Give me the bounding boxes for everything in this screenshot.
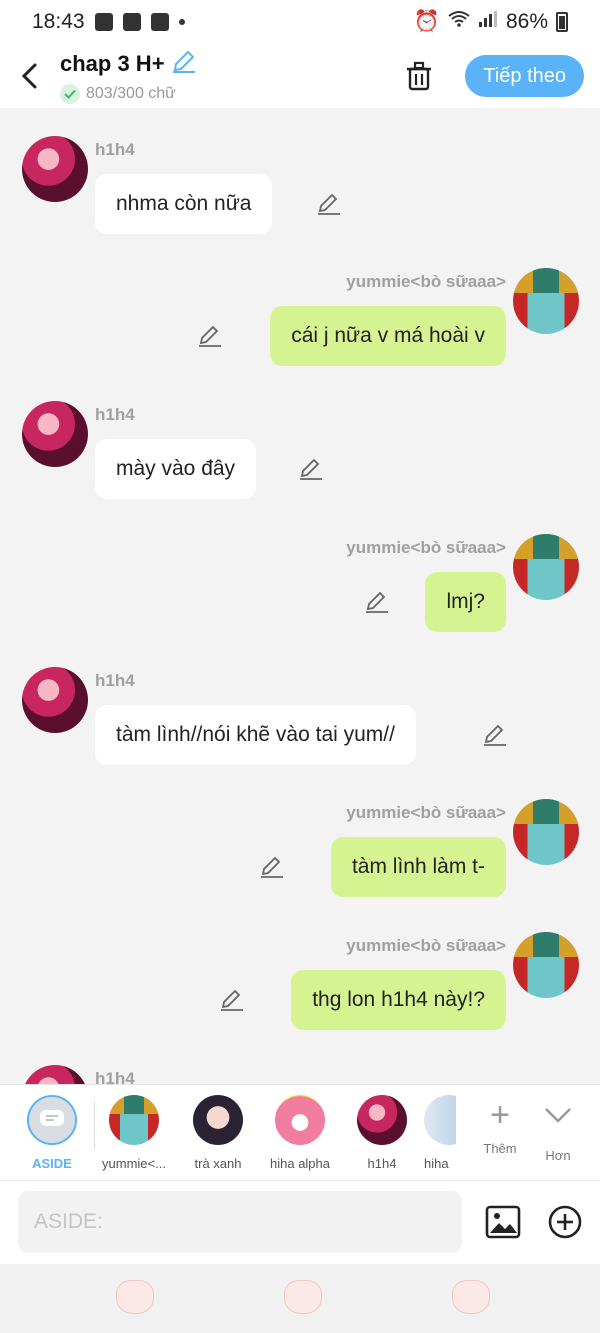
sender-name: yummie<bò sữaaa>	[346, 803, 506, 822]
character-tra-xanh[interactable]: trà xanh	[176, 1095, 260, 1171]
edit-title-button[interactable]	[171, 48, 197, 80]
chevron-down-icon	[530, 1097, 586, 1140]
character-label: trà xanh	[194, 1156, 242, 1171]
sender-name: yummie<bò sữaaa>	[346, 272, 506, 291]
character-h1h4[interactable]: h1h4	[340, 1095, 424, 1171]
avatar[interactable]	[22, 667, 88, 733]
character-label: h1h4	[367, 1156, 397, 1171]
message-bubble[interactable]: mày vào đây	[95, 439, 257, 499]
avatar[interactable]	[513, 799, 579, 865]
more-notifications-dot	[178, 19, 185, 25]
character-label: ASIDE	[32, 1156, 72, 1171]
message-row: yummie<bò sữaaa> thg lon h1h4 này!?	[0, 932, 600, 1032]
edit-message-icon[interactable]	[219, 987, 245, 1013]
battery-icon	[556, 12, 568, 32]
character-hiha[interactable]: hiha	[424, 1095, 456, 1171]
message-bubble[interactable]: nhma còn nữa	[95, 174, 273, 234]
edit-message-icon[interactable]	[197, 323, 223, 349]
add-button[interactable]	[546, 1203, 584, 1241]
chat-header: chap 3 H+ 803/300 chữ Tiếp theo	[0, 44, 600, 108]
image-icon	[485, 1205, 521, 1239]
edit-message-icon[interactable]	[259, 854, 285, 880]
alarm-icon: ⏰	[413, 10, 440, 33]
character-label: hiha	[424, 1156, 449, 1171]
more-characters-button[interactable]: Hơn	[530, 1097, 586, 1163]
avatar	[357, 1095, 407, 1145]
status-bar: 18:43 ⏰ 86%	[0, 0, 600, 44]
add-character-button[interactable]: + Thêm	[472, 1097, 528, 1156]
sender-name: h1h4	[95, 405, 135, 424]
avatar	[424, 1095, 456, 1145]
message-row: h1h4 nhma còn nữa	[0, 136, 600, 236]
message-row: yummie<bò sữaaa> lmj?	[0, 534, 600, 634]
edit-message-icon[interactable]	[298, 456, 324, 482]
sender-name: yummie<bò sữaaa>	[346, 936, 506, 955]
sender-name: h1h4	[95, 140, 135, 159]
sender-name: yummie<bò sữaaa>	[346, 538, 506, 557]
character-selector: ASIDE yummie<... trà xanh hiha alpha h1h…	[0, 1084, 600, 1180]
message-bubble[interactable]: tàm lình//nói khẽ vào tai yum//	[95, 705, 416, 765]
sticker-cat-icon[interactable]	[116, 1280, 154, 1314]
chat-area[interactable]: h1h4 nhma còn nữa yummie<bò sữaaa> cái j…	[0, 108, 600, 1084]
edit-message-icon[interactable]	[482, 722, 508, 748]
wifi-icon	[448, 10, 470, 34]
edit-message-icon[interactable]	[364, 589, 390, 615]
avatar[interactable]	[513, 932, 579, 998]
character-hiha-alpha[interactable]: hiha alpha	[258, 1095, 342, 1171]
message-row: yummie<bò sữaaa> cái j nữa v má hoài v	[0, 268, 600, 368]
sender-name: h1h4	[95, 671, 135, 690]
sticker-cat-icon[interactable]	[284, 1280, 322, 1314]
avatar[interactable]	[513, 268, 579, 334]
character-label: hiha alpha	[270, 1156, 330, 1171]
aside-avatar	[27, 1095, 77, 1145]
sender-name: h1h4	[95, 1069, 135, 1084]
avatar[interactable]	[22, 136, 88, 202]
message-bubble[interactable]: lmj?	[425, 572, 506, 632]
insert-image-button[interactable]	[484, 1203, 522, 1241]
app-notification-icon	[150, 13, 169, 31]
avatar	[275, 1095, 325, 1145]
input-bar	[0, 1180, 600, 1264]
character-yummie[interactable]: yummie<...	[92, 1095, 176, 1171]
status-time: 18:43	[32, 10, 85, 33]
delete-button[interactable]	[399, 56, 439, 96]
message-row: h1h4 tàm lình//nói khẽ vào tai yum//	[0, 667, 600, 767]
more-characters-label: Hơn	[545, 1148, 571, 1163]
message-row: h1h4 mày vào đây	[0, 401, 600, 501]
character-label: yummie<...	[102, 1156, 166, 1171]
avatar[interactable]	[22, 401, 88, 467]
avatar	[193, 1095, 243, 1145]
back-button[interactable]	[0, 44, 60, 108]
message-row: h1h4	[0, 1065, 600, 1084]
avatar	[109, 1095, 159, 1145]
gallery-icon	[94, 13, 113, 31]
character-aside[interactable]: ASIDE	[10, 1095, 94, 1171]
edit-message-icon[interactable]	[316, 191, 342, 217]
message-bubble[interactable]: tàm lình làm t-	[330, 837, 506, 897]
plus-icon: +	[490, 1096, 510, 1134]
sticker-cat-icon[interactable]	[452, 1280, 490, 1314]
trash-icon	[407, 61, 432, 91]
add-character-label: Thêm	[483, 1141, 517, 1156]
chevron-left-icon	[21, 63, 37, 89]
message-row: yummie<bò sữaaa> tàm lình làm t-	[0, 799, 600, 899]
sticker-row	[0, 1264, 600, 1333]
avatar[interactable]	[22, 1065, 88, 1084]
message-bubble[interactable]: thg lon h1h4 này!?	[291, 970, 506, 1030]
message-input[interactable]	[18, 1191, 462, 1253]
message-bubble[interactable]: cái j nữa v má hoài v	[270, 306, 506, 366]
word-count: 803/300 chữ	[86, 85, 176, 102]
chapter-title: chap 3 H+	[60, 51, 165, 76]
signal-icon	[478, 10, 498, 34]
plus-circle-icon	[548, 1205, 582, 1239]
chat-bubble-icon	[40, 1110, 64, 1126]
pencil-icon	[172, 50, 195, 73]
battery-level: 86%	[505, 10, 548, 33]
check-icon	[60, 84, 80, 104]
avatar[interactable]	[513, 534, 579, 600]
shopping-bag-icon	[122, 13, 141, 31]
next-button[interactable]: Tiếp theo	[465, 55, 584, 97]
